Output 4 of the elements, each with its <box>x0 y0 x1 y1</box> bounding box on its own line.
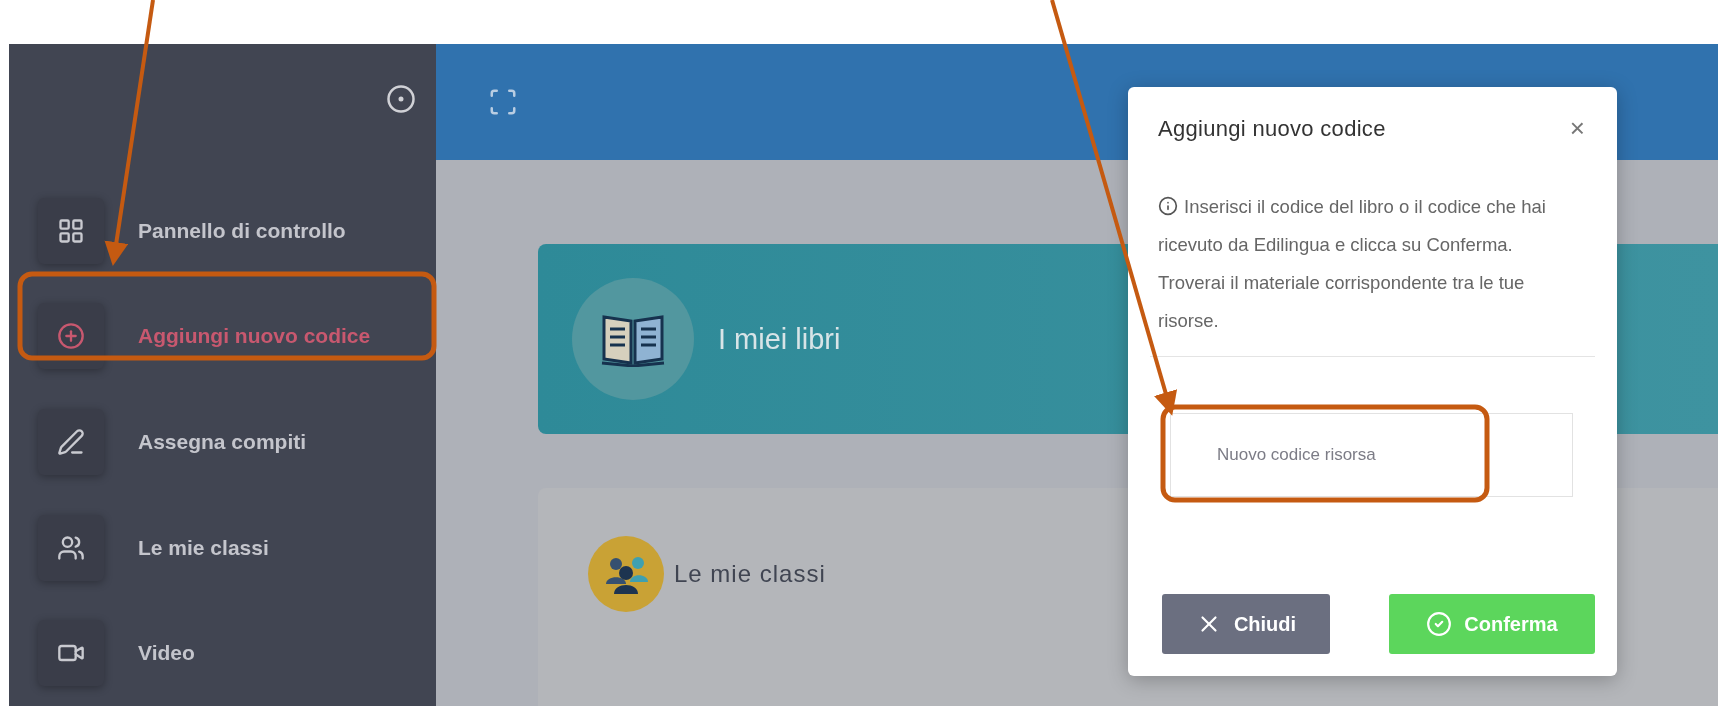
info-text: Inserisci il codice del libro o il codice che hai ricevuto da Edilingua e clicca su Conferma. Troverai il materiale corrispondente tra le tue risorse. <box>1150 188 1595 357</box>
modal-title: Aggiungi nuovo codice <box>1158 115 1386 142</box>
card-title: I miei libri <box>718 322 841 356</box>
card-title: Le mie classi <box>674 560 826 588</box>
